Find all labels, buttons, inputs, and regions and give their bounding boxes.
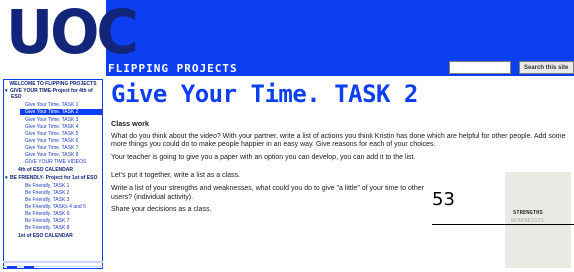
paragraph: Write a list of your strengths and weakn… (111, 184, 424, 201)
sidebar-item-bf-task-2[interactable]: Be Friendly. TASK 2 (25, 190, 69, 196)
sidebar-item-task-8[interactable]: Give Your Time. TASK 8 (25, 152, 78, 158)
sidebar-item-bf-task-3[interactable]: Be Friendly. TASK 3 (25, 197, 69, 203)
sidebar-item-bf-task-1[interactable]: Be Friendly. TASK 1 (25, 183, 69, 189)
overlay-underline (432, 224, 574, 225)
sidebar-item-be-friendly[interactable]: ▾ BE FRIENDLY- Project for 1st of ESO (5, 175, 97, 181)
sidebar-footer (3, 266, 103, 272)
sidebar-footer-mark (24, 266, 34, 268)
sidebar-item-task-4[interactable]: Give Your Time. TASK 4 (25, 124, 78, 130)
strengths-weaknesses-image: STRENGTHS WEAKNESSES (505, 172, 571, 268)
sidebar-footer-mark (7, 266, 17, 268)
section-heading: Class work (111, 119, 149, 128)
sidebar-item-1st-calendar[interactable]: 1st of ESO CALENDAR (18, 233, 73, 239)
sidebar-item-videos[interactable]: GIVE YOUR TIME VIDEOS (25, 159, 86, 165)
site-title[interactable]: FLIPPING PROJECTS (108, 62, 238, 75)
paragraph: What do you think about the video? With … (111, 132, 566, 149)
sidebar-item-4th-calendar[interactable]: 4th of ESO CALENDAR (18, 167, 73, 173)
sidebar-item-task-7[interactable]: Give Your Time. TASK 7 (25, 145, 78, 151)
sidebar-divider (3, 261, 103, 263)
paragraph: Share your decisions as a class. (111, 206, 212, 214)
sidebar-item-welcome[interactable]: WELCOME TO FLIPPING PROJECTS (3, 81, 103, 87)
main-content: Class work What do you think about the v… (111, 119, 571, 219)
sidebar-item-label: GIVE YOUR TIME-Project for 4th of (10, 88, 93, 94)
card-text: STRENGTHS (513, 210, 543, 216)
uoc-logo[interactable]: UOC (6, 0, 139, 66)
sidebar-item-task-1[interactable]: Give Your Time. TASK 1 (25, 102, 78, 108)
sidebar-item-bf-task-6[interactable]: Be Friendly. TASK 6 (25, 211, 69, 217)
sidebar-item-task-3[interactable]: Give Your Time. TASK 3 (25, 117, 78, 123)
sidebar-item-task-6[interactable]: Give Your Time. TASK 6 (25, 138, 78, 144)
sidebar-item-bf-task-8[interactable]: Be Friendly. TASK 8 (25, 225, 69, 231)
sidebar-item-label: BE FRIENDLY- Project for 1st of ESO (10, 175, 98, 181)
paragraph: Let's put it together, write a list as a… (111, 172, 240, 180)
sidebar-item-bf-task-7[interactable]: Be Friendly. TASK 7 (25, 218, 69, 224)
page-title: Give Your Time. TASK 2 (111, 80, 418, 108)
sidebar-item-eso[interactable]: ESO (11, 94, 22, 100)
sidebar-nav: WELCOME TO FLIPPING PROJECTS ▾ GIVE YOUR … (3, 79, 103, 271)
sidebar-item-task-2[interactable]: Give Your Time. TASK 2 (20, 109, 102, 115)
sidebar-item-task-5[interactable]: Give Your Time. TASK 5 (25, 131, 78, 137)
sidebar-item-bf-task-4-5[interactable]: Be Friendly. TASKs 4 and 5 (25, 204, 86, 210)
page-number-overlay: 53 (432, 189, 455, 210)
search-input[interactable] (449, 61, 511, 74)
search-button[interactable]: Search this site (519, 61, 574, 74)
paragraph: Your teacher is going to give you a pape… (111, 153, 416, 161)
